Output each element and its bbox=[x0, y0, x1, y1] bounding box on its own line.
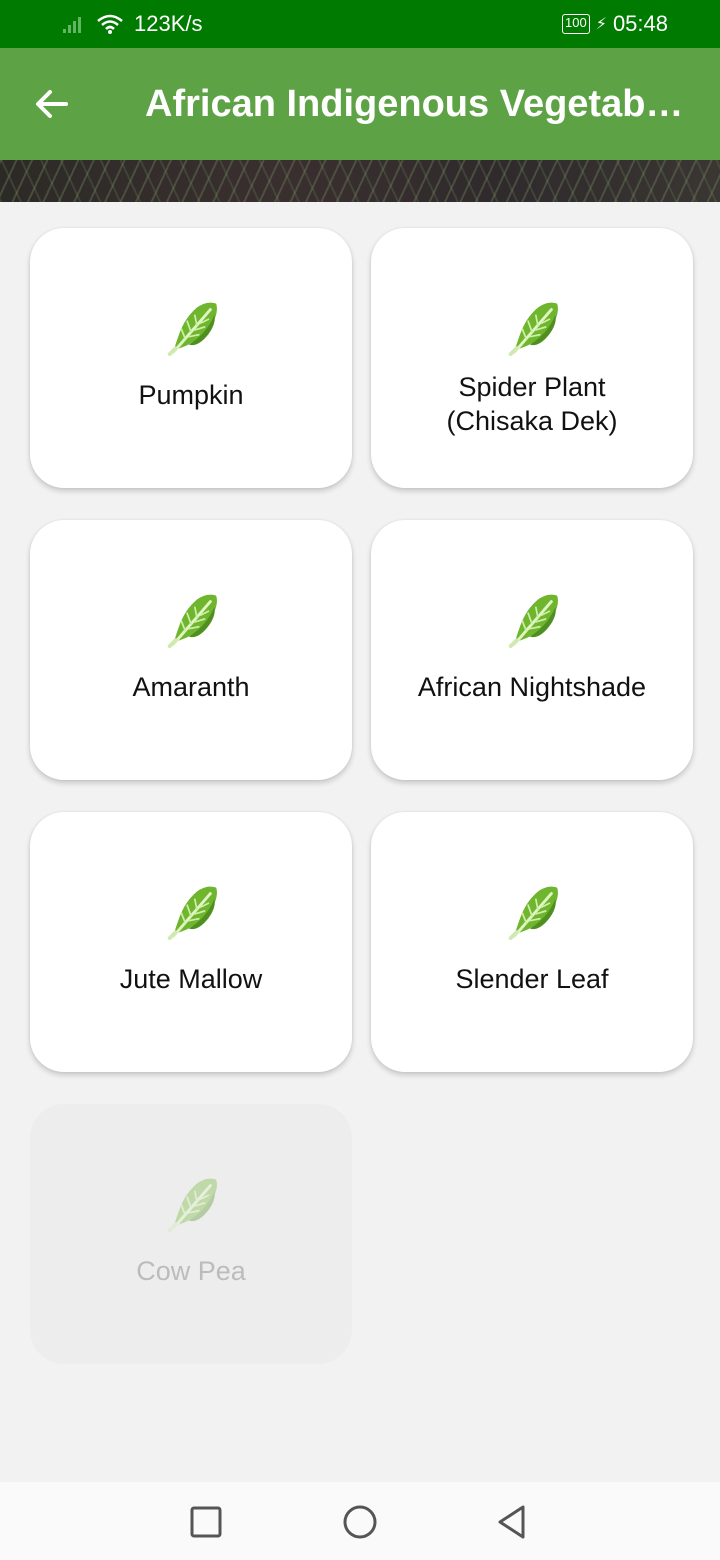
vegetable-card-label: Spider Plant (Chisaka Dek) bbox=[446, 372, 618, 436]
vegetable-card[interactable]: Spider Plant (Chisaka Dek) bbox=[371, 228, 693, 488]
system-nav-bar bbox=[0, 1482, 720, 1560]
recents-square-icon[interactable] bbox=[186, 1502, 226, 1542]
leafy-green-icon bbox=[501, 588, 563, 650]
charging-icon: ⚡ bbox=[595, 16, 607, 33]
arrow-left-icon bbox=[36, 90, 68, 118]
vegetable-card[interactable]: Pumpkin bbox=[30, 228, 352, 488]
leafy-green-icon bbox=[160, 880, 222, 942]
status-bar: 123K/s 100 ⚡ 05:48 bbox=[0, 0, 720, 48]
leafy-green-icon bbox=[501, 296, 563, 358]
clock: 05:48 bbox=[612, 11, 668, 36]
vegetable-card-label: Slender Leaf bbox=[455, 964, 609, 994]
vegetable-card[interactable]: Jute Mallow bbox=[30, 812, 352, 1072]
vegetable-card[interactable]: African Nightshade bbox=[371, 520, 693, 780]
vegetable-card-label: Jute Mallow bbox=[119, 964, 263, 994]
leafy-green-icon bbox=[501, 880, 563, 942]
vegetable-card: Cow Pea bbox=[30, 1104, 352, 1364]
vegetable-card[interactable]: Slender Leaf bbox=[371, 812, 693, 1072]
signal-icon bbox=[63, 17, 81, 33]
page-title: African Indigenous Vegetable... bbox=[145, 83, 690, 125]
vegetable-card-label: Cow Pea bbox=[136, 1256, 246, 1286]
vegetable-card-label: Pumpkin bbox=[138, 380, 244, 410]
leafy-green-icon bbox=[160, 1172, 222, 1234]
battery-icon: 100 bbox=[562, 14, 590, 34]
header-image bbox=[0, 160, 720, 202]
vegetable-card-label: African Nightshade bbox=[417, 672, 647, 702]
leafy-green-icon bbox=[160, 588, 222, 650]
wifi-icon bbox=[97, 14, 123, 34]
back-button[interactable] bbox=[30, 82, 74, 126]
back-triangle-icon[interactable] bbox=[492, 1502, 532, 1542]
vegetable-card-label: Amaranth bbox=[132, 672, 250, 702]
network-speed: 123K/s bbox=[134, 11, 203, 36]
leafy-green-icon bbox=[160, 296, 222, 358]
vegetable-card[interactable]: Amaranth bbox=[30, 520, 352, 780]
app-bar: African Indigenous Vegetable... bbox=[0, 48, 720, 160]
home-circle-icon[interactable] bbox=[340, 1502, 380, 1542]
